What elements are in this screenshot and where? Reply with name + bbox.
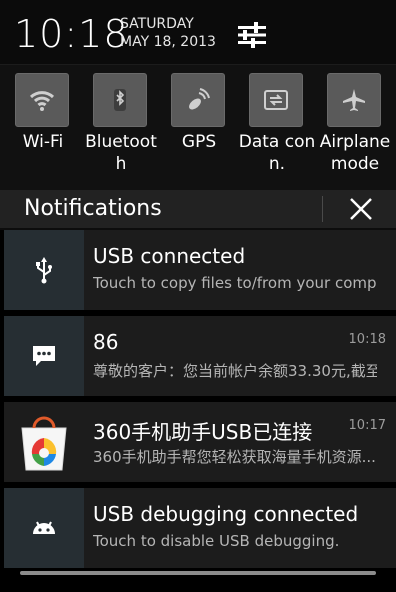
bluetooth-icon	[114, 89, 126, 111]
quick-setting-bluetooth[interactable]: Bluetooth	[82, 73, 160, 185]
quick-setting-gps[interactable]: GPS	[160, 73, 238, 185]
date-label: MAY 18, 2013	[120, 34, 216, 50]
notification-title: USB debugging connected	[93, 502, 359, 526]
gps-tile-button[interactable]	[171, 73, 225, 127]
notification-title: 86	[93, 330, 119, 354]
status-header: 10:18 SATURDAY MAY 18, 2013	[0, 0, 396, 64]
notifications-header: Notifications	[0, 190, 396, 230]
quick-setting-data-connection[interactable]: Data conn.	[238, 73, 316, 185]
data-connection-icon	[264, 90, 288, 110]
gps-icon	[189, 88, 210, 110]
airplane-tile-button[interactable]	[327, 73, 381, 127]
notification-360-assistant[interactable]: 360手机助手USB已连接 10:17 360手机助手帮您轻松获取海量手机资源.…	[4, 402, 396, 482]
notification-text: Touch to copy files to/from your compute…	[93, 274, 377, 292]
quick-setting-label: Data conn.	[238, 132, 316, 174]
quick-setting-wifi[interactable]: Wi-Fi	[4, 73, 82, 185]
settings-sliders-button[interactable]	[234, 20, 270, 50]
notification-text: 尊敬的客户：您当前帐户余额33.30元,截至...	[93, 362, 377, 380]
notification-icon-box	[4, 230, 84, 310]
notification-usb-debugging[interactable]: USB debugging connected Touch to disable…	[4, 488, 396, 568]
close-icon	[350, 198, 372, 220]
quick-setting-label: Bluetooth	[85, 132, 157, 174]
bluetooth-tile-button[interactable]	[93, 73, 147, 127]
quick-setting-label: GPS	[181, 132, 217, 152]
notification-icon-box	[4, 488, 84, 568]
notification-icon-box	[4, 402, 84, 482]
notification-icon-box	[4, 316, 84, 396]
notification-usb-connected[interactable]: USB connected Touch to copy files to/fro…	[4, 230, 396, 310]
notification-sms[interactable]: 86 10:18 尊敬的客户：您当前帐户余额33.30元,截至...	[4, 316, 396, 396]
notification-title: 360手机助手USB已连接	[93, 420, 313, 444]
quick-setting-airplane[interactable]: Airplane mode	[316, 73, 394, 185]
notification-title: USB connected	[93, 244, 246, 268]
android-icon	[33, 521, 55, 534]
360-assistant-icon	[21, 416, 67, 471]
header-divider	[322, 196, 323, 222]
clock-time: 10:18	[14, 12, 129, 56]
clear-all-button[interactable]	[340, 194, 380, 226]
drag-handle-bar[interactable]	[20, 571, 376, 575]
usb-icon	[36, 257, 52, 284]
notification-time: 10:17	[348, 418, 386, 433]
airplane-icon	[343, 89, 365, 111]
quick-setting-label: Airplane mode	[319, 132, 391, 174]
notification-time: 10:18	[348, 332, 386, 347]
notification-separator	[4, 310, 396, 314]
notifications-title: Notifications	[24, 196, 162, 221]
notification-separator	[4, 482, 396, 486]
message-icon	[33, 346, 55, 366]
quick-setting-label: Wi-Fi	[22, 132, 64, 152]
notification-separator	[4, 396, 396, 400]
notification-text: 360手机助手帮您轻松获取海量手机资源...	[93, 448, 376, 466]
wifi-tile-button[interactable]	[15, 73, 69, 127]
data-connection-tile-button[interactable]	[249, 73, 303, 127]
notification-text: Touch to disable USB debugging.	[93, 532, 340, 550]
quick-settings-panel: Wi-Fi Bluetooth GPS Data conn. Airplane …	[0, 64, 396, 242]
wifi-icon	[29, 91, 55, 111]
day-of-week: SATURDAY	[120, 16, 194, 32]
settings-sliders-icon	[238, 22, 266, 48]
